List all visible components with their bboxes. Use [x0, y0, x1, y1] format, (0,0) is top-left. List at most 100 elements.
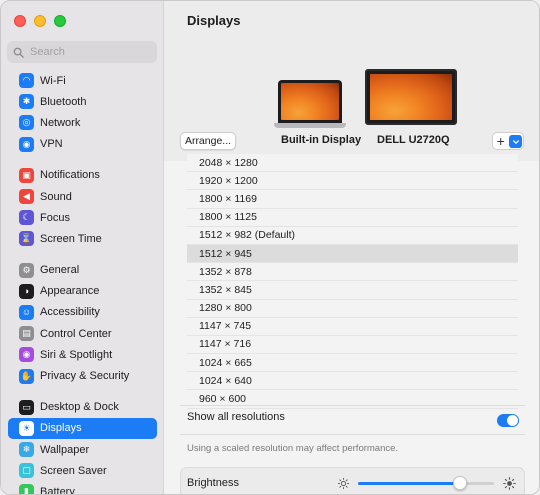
sidebar-item-appearance[interactable]: ◑ Appearance [8, 281, 157, 302]
accessibility-icon: ☺ [19, 304, 34, 320]
resolution-option[interactable]: 1800 × 1169 [187, 190, 518, 209]
resolution-option[interactable]: 1352 × 878 [187, 263, 518, 282]
sidebar-item-label: Sound [40, 190, 72, 203]
search-input[interactable] [30, 46, 150, 58]
sidebar-item-displays[interactable]: ☀ Displays [8, 417, 157, 439]
chevron-down-icon[interactable] [509, 135, 522, 148]
sidebar-item-focus[interactable]: ☾ Focus [8, 207, 157, 228]
resolution-list-panel: 2048 × 1280 1920 × 1200 1800 × 1169 1800 × … [180, 151, 525, 409]
sidebar-item-wi-fi[interactable]: ◠ Wi-Fi [8, 70, 157, 91]
sidebar-item-label: Screen Saver [40, 464, 107, 477]
sidebar-item-accessibility[interactable]: ☺ Accessibility [8, 302, 157, 323]
sidebar-item-screen-saver[interactable]: ▢ Screen Saver [8, 460, 157, 481]
sidebar-item-label: Notifications [40, 169, 100, 182]
resolution-option[interactable]: 1800 × 1125 [187, 208, 518, 227]
sidebar-item-label: Accessibility [40, 306, 100, 319]
sidebar-item-general[interactable]: ⚙ General [8, 260, 157, 281]
divider [180, 434, 525, 435]
desktop-dock-icon: ▭ [19, 399, 34, 415]
sidebar-item-label: Wallpaper [40, 443, 90, 456]
sidebar-item-wallpaper[interactable]: ❄ Wallpaper [8, 439, 157, 460]
display-arrangement-area: Displays Arrange... Built-in Display DEL… [164, 1, 539, 161]
add-display-button[interactable]: + [493, 133, 508, 149]
arrange-button[interactable]: Arrange... [180, 132, 236, 150]
siri-icon: ◉ [19, 347, 34, 363]
resolution-option[interactable]: 1147 × 745 [187, 317, 518, 336]
brightness-slider-knob[interactable] [453, 476, 467, 490]
sidebar-item-label: Displays [40, 422, 82, 435]
sidebar-item-control-center[interactable]: ▤ Control Center [8, 323, 157, 344]
wallpaper-preview [370, 74, 452, 120]
sidebar-item-label: Privacy & Security [40, 370, 130, 383]
settings-window: ◠ Wi-Fi ✱ Bluetooth ◎ Network ◉ VPN ▣ Notificatio… [0, 0, 540, 495]
sidebar-item-label: Focus [40, 211, 70, 224]
sidebar-item-battery[interactable]: ▮ Battery [8, 481, 157, 495]
sidebar-item-label: Siri & Spotlight [40, 348, 113, 361]
resolution-option[interactable]: 1024 × 665 [187, 354, 518, 373]
sidebar-item-network[interactable]: ◎ Network [8, 112, 157, 133]
sidebar-item-desktop-dock[interactable]: ▭ Desktop & Dock [8, 397, 157, 418]
sound-icon: ◀ [19, 189, 34, 205]
external-display-label[interactable]: DELL U2720Q [377, 134, 450, 146]
brightness-slider-fill [358, 482, 460, 485]
sidebar-item-label: Wi-Fi [40, 74, 66, 87]
resolution-option[interactable]: 1512 × 945 [187, 244, 518, 264]
sidebar-list: ◠ Wi-Fi ✱ Bluetooth ◎ Network ◉ VPN ▣ Notificatio… [1, 70, 164, 495]
show-all-resolutions-label: Show all resolutions [187, 411, 285, 423]
sidebar-item-sound[interactable]: ◀ Sound [8, 186, 157, 207]
control-center-icon: ▤ [19, 326, 34, 342]
builtin-display-thumbnail[interactable] [274, 80, 346, 128]
builtin-display-label[interactable]: Built-in Display [281, 134, 361, 146]
displays-sun-icon: ☀ [19, 420, 34, 436]
bluetooth-icon: ✱ [19, 94, 34, 110]
sidebar-item-label: Desktop & Dock [40, 401, 119, 414]
sidebar-item-bluetooth[interactable]: ✱ Bluetooth [8, 91, 157, 112]
brightness-low-icon [337, 477, 350, 490]
minimize-button[interactable] [34, 15, 46, 27]
sidebar-item-label: Network [40, 116, 81, 129]
sidebar-item-notifications[interactable]: ▣ Notifications [8, 165, 157, 186]
add-display-menu[interactable]: + [492, 132, 524, 150]
resolution-option[interactable]: 1512 × 982 (Default) [187, 226, 518, 245]
sidebar-item-vpn[interactable]: ◉ VPN [8, 134, 157, 155]
wifi-icon: ◠ [19, 73, 34, 89]
screen-saver-icon: ▢ [19, 463, 34, 479]
resolution-option[interactable]: 1024 × 640 [187, 372, 518, 391]
resolution-option[interactable]: 1147 × 716 [187, 335, 518, 355]
sidebar-item-privacy-security[interactable]: ✋ Privacy & Security [8, 365, 157, 386]
resolution-option[interactable]: 1920 × 1200 [187, 172, 518, 191]
wallpaper-preview [281, 83, 339, 120]
brightness-label: Brightness [187, 477, 239, 489]
external-display-thumbnail[interactable] [365, 69, 457, 125]
search-icon [13, 47, 24, 58]
network-icon: ◎ [19, 115, 34, 131]
sidebar-item-label: General [40, 264, 80, 277]
show-all-resolutions-toggle[interactable] [497, 414, 519, 427]
brightness-high-icon [503, 477, 516, 490]
screen-time-icon: ⌛ [19, 231, 34, 247]
appearance-icon: ◑ [19, 283, 34, 299]
sidebar-item-screen-time[interactable]: ⌛ Screen Time [8, 228, 157, 249]
sidebar-item-label: Appearance [40, 285, 100, 298]
resolution-list[interactable]: 2048 × 1280 1920 × 1200 1800 × 1169 1800 × … [187, 154, 518, 409]
divider [180, 405, 525, 406]
search-field[interactable] [7, 41, 157, 63]
wallpaper-icon: ❄ [19, 442, 34, 458]
sidebar-item-label: Screen Time [40, 232, 102, 245]
sidebar-item-label: VPN [40, 138, 63, 151]
focus-icon: ☾ [19, 210, 34, 226]
resolution-option[interactable]: 2048 × 1280 [187, 154, 518, 173]
sidebar-item-siri-spotlight[interactable]: ◉ Siri & Spotlight [8, 344, 157, 365]
resolution-option[interactable]: 1352 × 845 [187, 281, 518, 300]
close-button[interactable] [14, 15, 26, 27]
privacy-hand-icon: ✋ [19, 368, 34, 384]
general-icon: ⚙ [19, 262, 34, 278]
zoom-button[interactable] [54, 15, 66, 27]
sidebar: ◠ Wi-Fi ✱ Bluetooth ◎ Network ◉ VPN ▣ Notificatio… [1, 1, 164, 495]
resolution-option[interactable]: 1280 × 800 [187, 299, 518, 318]
sidebar-item-label: Battery [40, 485, 75, 495]
scaled-resolution-note: Using a scaled resolution may affect per… [187, 443, 399, 454]
